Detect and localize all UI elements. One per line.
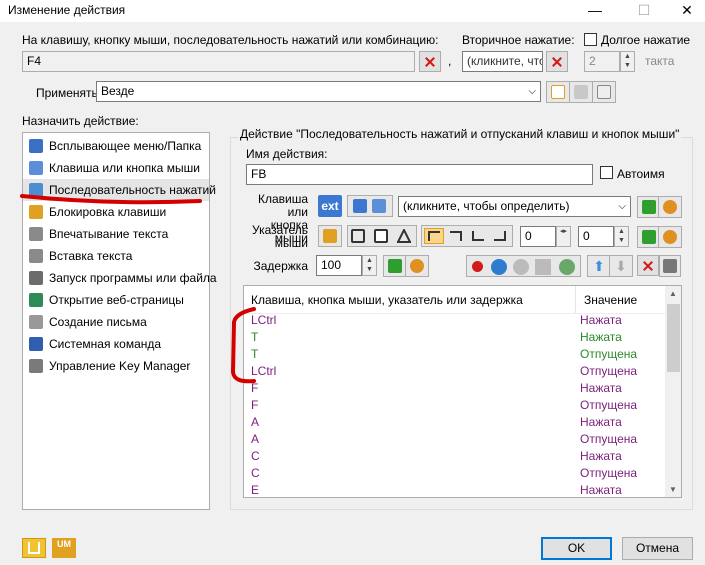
cancel-button[interactable]: Отмена (622, 537, 693, 560)
um-label: UM (57, 539, 71, 549)
help-button[interactable] (22, 538, 46, 558)
ok-button[interactable]: OK (541, 537, 612, 560)
um-button[interactable]: UM (52, 538, 76, 558)
book-icon (28, 542, 40, 554)
red-annotation (20, 194, 256, 384)
